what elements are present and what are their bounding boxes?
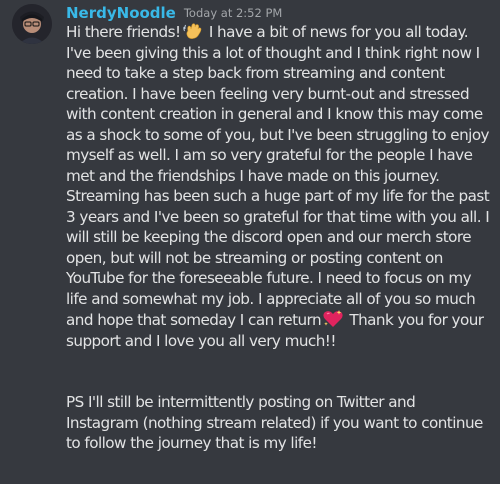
user-avatar[interactable]: [12, 4, 52, 44]
chat-message: NerdyNoodle Today at 2:52 PM Hi there fri…: [0, 0, 500, 484]
greeting-text: Hi there friends!: [66, 23, 181, 41]
message-paragraph-1: Hi there friends! I have a bit of news f…: [66, 21, 490, 351]
avatar-portrait-icon: [12, 4, 52, 44]
postscript-text: PS I'll still be intermittently posting …: [66, 393, 483, 452]
message-header: NerdyNoodle Today at 2:52 PM: [66, 3, 282, 23]
timestamp: Today at 2:52 PM: [183, 6, 283, 20]
username[interactable]: NerdyNoodle: [66, 4, 176, 22]
sparkling-heart-icon: [322, 309, 344, 329]
message-body: Hi there friends! I have a bit of news f…: [66, 21, 490, 454]
waving-hand-icon: [182, 21, 204, 41]
main-message-text: I have a bit of news for you all today. …: [66, 23, 490, 329]
